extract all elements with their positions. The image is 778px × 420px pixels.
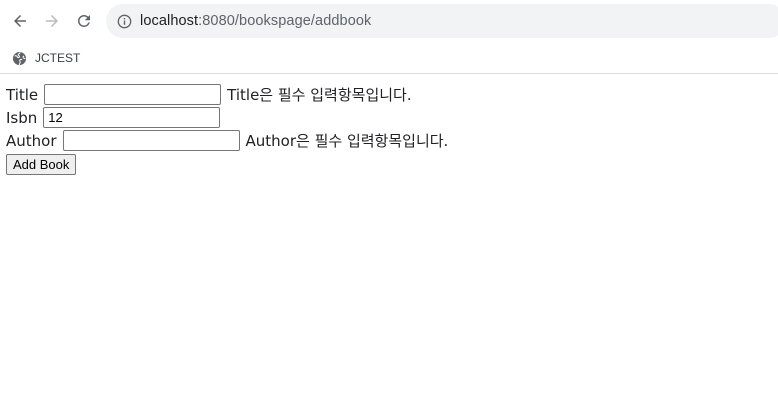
url-host: localhost (140, 13, 199, 29)
title-error-message: Title은 필수 입력항목입니다. (227, 86, 412, 104)
isbn-label: Isbn (6, 108, 38, 127)
author-error-message: Author은 필수 입력항목입니다. (245, 132, 449, 150)
reload-icon[interactable] (70, 7, 98, 35)
url-text: localhost:8080/bookspage/addbook (140, 13, 371, 29)
add-book-button[interactable]: Add Book (6, 153, 77, 175)
back-arrow-icon[interactable] (6, 7, 34, 35)
title-row: Title Title은 필수 입력항목입니다. (6, 83, 772, 106)
info-icon[interactable] (116, 13, 132, 29)
isbn-input[interactable] (43, 107, 221, 128)
forward-arrow-icon[interactable] (38, 7, 66, 35)
add-book-form: Title Title은 필수 입력항목입니다. Isbn Author Aut… (0, 74, 778, 175)
title-label: Title (6, 85, 39, 104)
isbn-row: Isbn (6, 106, 772, 129)
submit-row: Add Book (6, 152, 772, 175)
browser-toolbar: localhost:8080/bookspage/addbook (0, 0, 778, 42)
author-row: Author Author은 필수 입력항목입니다. (6, 129, 772, 152)
title-input[interactable] (44, 84, 222, 105)
address-bar[interactable]: localhost:8080/bookspage/addbook (106, 4, 778, 38)
bookmark-item[interactable]: JCTEST (12, 49, 80, 67)
author-label: Author (6, 131, 57, 150)
bookmarks-bar: JCTEST (0, 42, 778, 74)
bookmark-label: JCTEST (35, 51, 81, 65)
author-input[interactable] (62, 130, 240, 151)
globe-icon (12, 51, 27, 66)
url-path: :8080/bookspage/addbook (198, 13, 372, 29)
